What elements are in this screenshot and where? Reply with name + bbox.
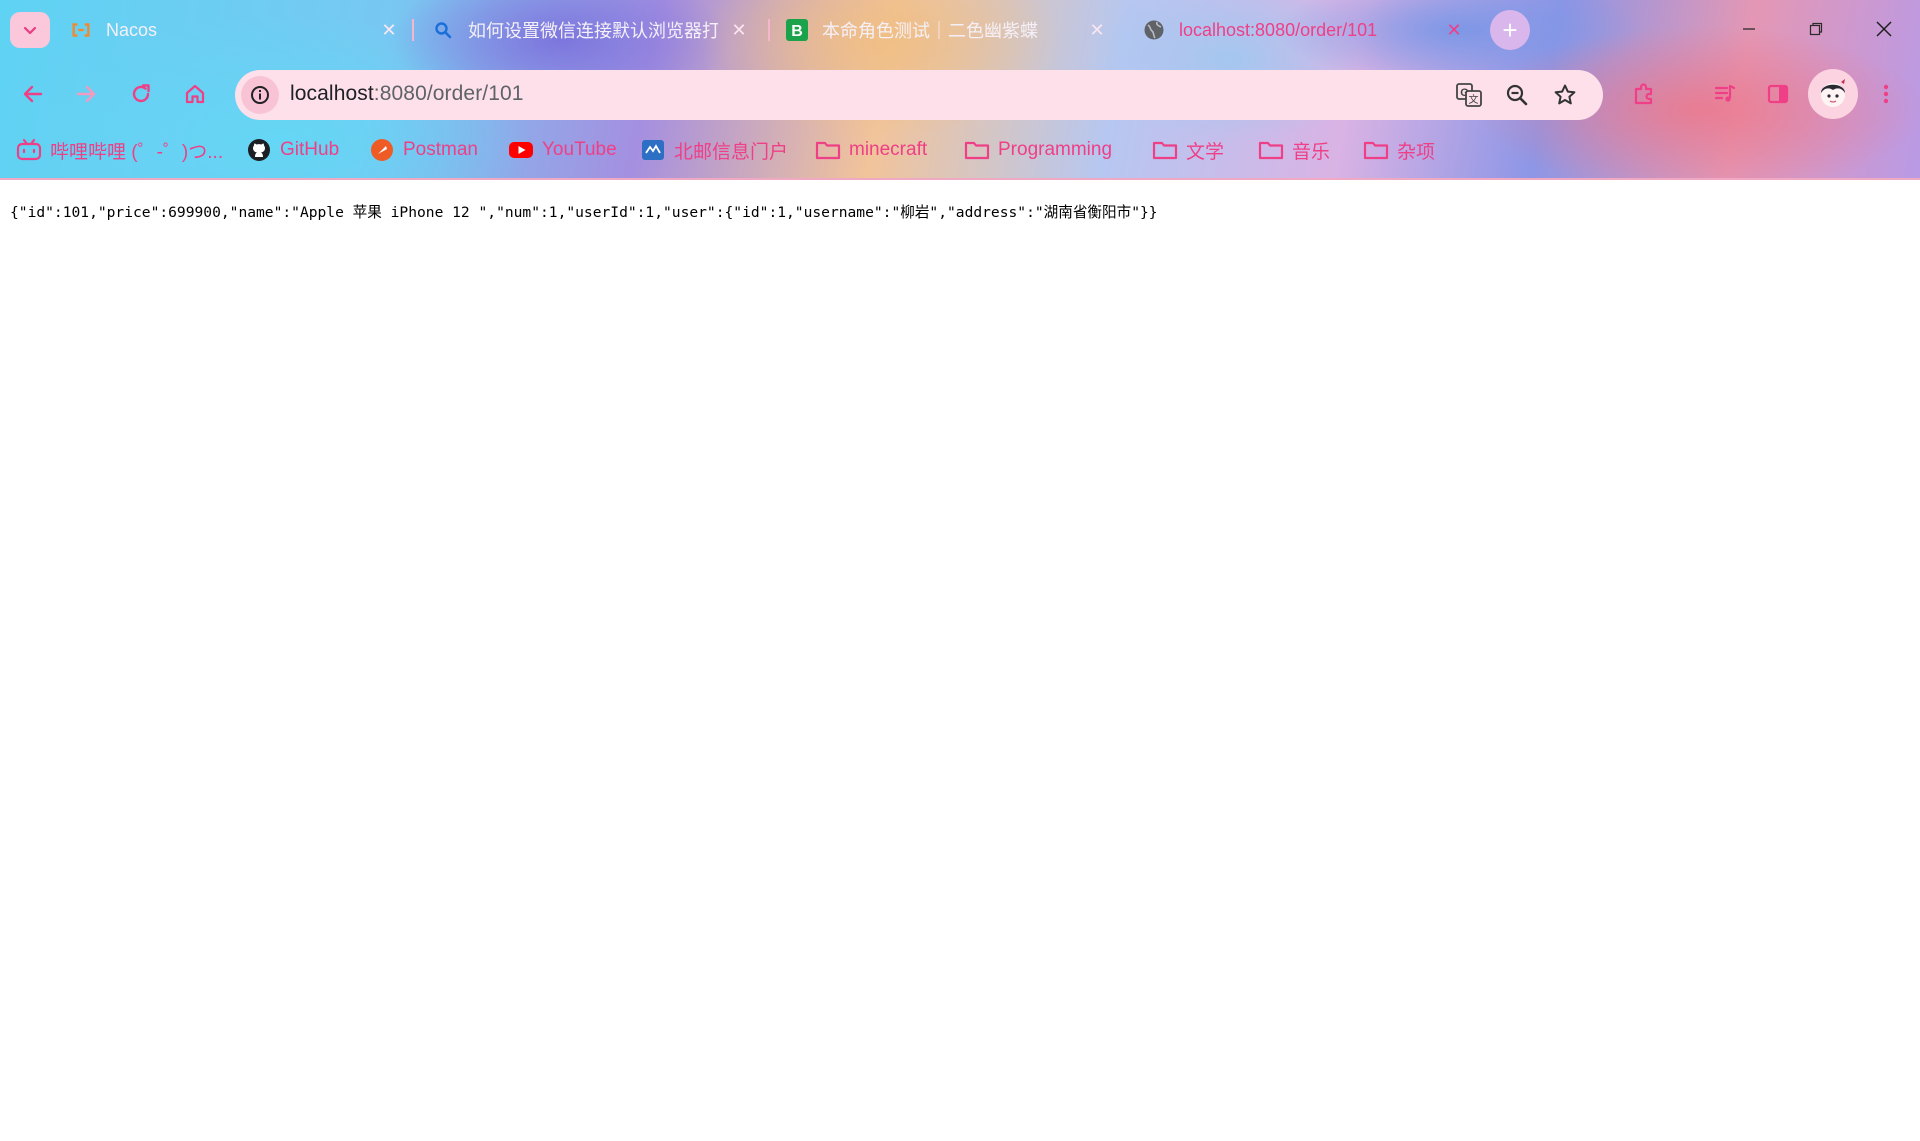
tab-title: Nacos (106, 19, 158, 40)
bupt-icon (640, 137, 666, 163)
bookmark-folder-minecraft[interactable]: minecraft (815, 132, 927, 168)
anime-avatar-icon (1821, 79, 1845, 107)
folder-icon (964, 137, 990, 163)
plus-icon: + (1502, 14, 1518, 45)
minimize-button[interactable] (1725, 10, 1773, 48)
bookmark-bupt[interactable]: 北邮信息门户 (640, 132, 788, 168)
profile-avatar[interactable] (1808, 69, 1858, 119)
back-button[interactable] (13, 74, 53, 114)
puzzle-icon (1634, 83, 1653, 105)
reload-icon (132, 84, 150, 103)
svg-text:B: B (791, 23, 803, 40)
folder-icon (815, 137, 841, 163)
media-control-button[interactable] (1705, 74, 1745, 114)
info-icon (251, 86, 269, 104)
bookmark-folder-literature[interactable]: 文学 (1152, 132, 1224, 168)
star-icon (1554, 84, 1576, 105)
page-content: {"id":101,"price":699900,"name":"Apple 苹… (0, 180, 1920, 1141)
bookmark-label: 音乐 (1292, 141, 1331, 163)
bookmark-folder-misc[interactable]: 杂项 (1363, 132, 1435, 168)
more-vertical-icon (1883, 84, 1889, 104)
postman-icon (369, 137, 395, 163)
bookmark-label: 北邮信息门户 (674, 141, 789, 163)
b-letter-icon: B (786, 19, 808, 41)
close-icon[interactable]: ✕ (378, 19, 400, 41)
extensions-button[interactable] (1624, 74, 1664, 114)
tab-separator (768, 19, 770, 41)
translate-icon: G文 (1456, 83, 1482, 107)
globe-icon (1143, 19, 1165, 41)
zoom-out-icon (1506, 84, 1528, 106)
bookmark-postman[interactable]: Postman (369, 132, 478, 168)
tab-title: 如何设置微信连接默认浏览器打 (468, 21, 718, 41)
url-text[interactable]: localhost:8080/order/101 (290, 82, 524, 106)
minimize-icon (1743, 28, 1755, 30)
toolbar: localhost:8080/order/101 G文 (0, 66, 1920, 122)
zoom-button[interactable] (1501, 79, 1533, 111)
tab-search-button[interactable] (10, 12, 50, 48)
forward-button[interactable] (66, 74, 106, 114)
youtube-icon (508, 137, 534, 163)
tab-strip: Nacos ✕ 如何设置微信连接默认浏览器打 ✕ B 本命角色测试｜二色幽紫蝶 … (0, 0, 1920, 58)
tab-separator (412, 19, 414, 41)
bookmark-label: 哔哩哔哩 (゜-゜)つ... (50, 141, 224, 163)
side-panel-button[interactable] (1758, 74, 1798, 114)
bookmark-folder-programming[interactable]: Programming (964, 132, 1112, 168)
tab-title: 本命角色测试｜二色幽紫蝶 (822, 21, 1038, 41)
chevron-down-icon (23, 26, 37, 35)
bookmark-github[interactable]: GitHub (246, 132, 339, 168)
search-icon (432, 19, 454, 41)
nacos-icon (70, 19, 92, 41)
address-bar[interactable]: localhost:8080/order/101 G文 (235, 70, 1603, 120)
bookmark-label: 文学 (1186, 141, 1225, 163)
bookmark-label: minecraft (849, 139, 928, 160)
json-response-text: {"id":101,"price":699900,"name":"Apple 苹… (10, 204, 1158, 221)
new-tab-button[interactable]: + (1490, 10, 1530, 50)
restore-button[interactable] (1792, 10, 1840, 48)
home-button[interactable] (175, 74, 215, 114)
bookmarks-bar: 哔哩哔哩 (゜-゜)つ... GitHub Postman YouTube 北邮… (0, 132, 1920, 168)
playlist-music-icon (1714, 84, 1736, 102)
tab-character-test[interactable]: B 本命角色测试｜二色幽紫蝶 ✕ (786, 10, 1108, 50)
side-panel-icon (1767, 84, 1789, 104)
bookmark-label: YouTube (542, 139, 617, 160)
bilibili-icon (16, 137, 42, 163)
bookmark-bilibili[interactable]: 哔哩哔哩 (゜-゜)つ... (16, 132, 223, 168)
tab-title: localhost:8080/order/101 (1179, 19, 1378, 40)
bookmark-star-button[interactable] (1549, 79, 1581, 111)
close-window-button[interactable] (1860, 10, 1908, 48)
translate-button[interactable]: G文 (1453, 79, 1485, 111)
bookmark-label: GitHub (280, 139, 340, 160)
close-icon[interactable]: ✕ (728, 19, 750, 41)
arrow-left-icon (23, 85, 43, 103)
folder-icon (1258, 137, 1284, 163)
bookmark-label: Programming (998, 139, 1113, 160)
browser-chrome: Nacos ✕ 如何设置微信连接默认浏览器打 ✕ B 本命角色测试｜二色幽紫蝶 … (0, 0, 1920, 180)
bookmark-youtube[interactable]: YouTube (508, 132, 617, 168)
bookmark-label: Postman (403, 139, 478, 160)
bookmark-folder-music[interactable]: 音乐 (1258, 132, 1330, 168)
close-icon (1876, 21, 1892, 37)
bookmark-label: 杂项 (1397, 141, 1436, 163)
arrow-right-icon (76, 85, 96, 103)
site-info-button[interactable] (241, 76, 279, 114)
folder-icon (1152, 137, 1178, 163)
restore-icon (1809, 22, 1823, 36)
close-icon[interactable]: ✕ (1443, 19, 1465, 41)
tab-wechat-browser[interactable]: 如何设置微信连接默认浏览器打 ✕ (432, 10, 750, 50)
tab-localhost-active[interactable]: localhost:8080/order/101 ✕ (1143, 10, 1465, 50)
url-host: localhost (290, 82, 374, 105)
menu-button[interactable] (1866, 74, 1906, 114)
home-icon (185, 84, 205, 104)
folder-icon (1363, 137, 1389, 163)
url-path: :8080/order/101 (373, 82, 524, 105)
tab-nacos[interactable]: Nacos ✕ (70, 10, 400, 50)
close-icon[interactable]: ✕ (1086, 19, 1108, 41)
github-icon (246, 137, 272, 163)
reload-button[interactable] (121, 74, 161, 114)
svg-text:文: 文 (1469, 93, 1479, 106)
